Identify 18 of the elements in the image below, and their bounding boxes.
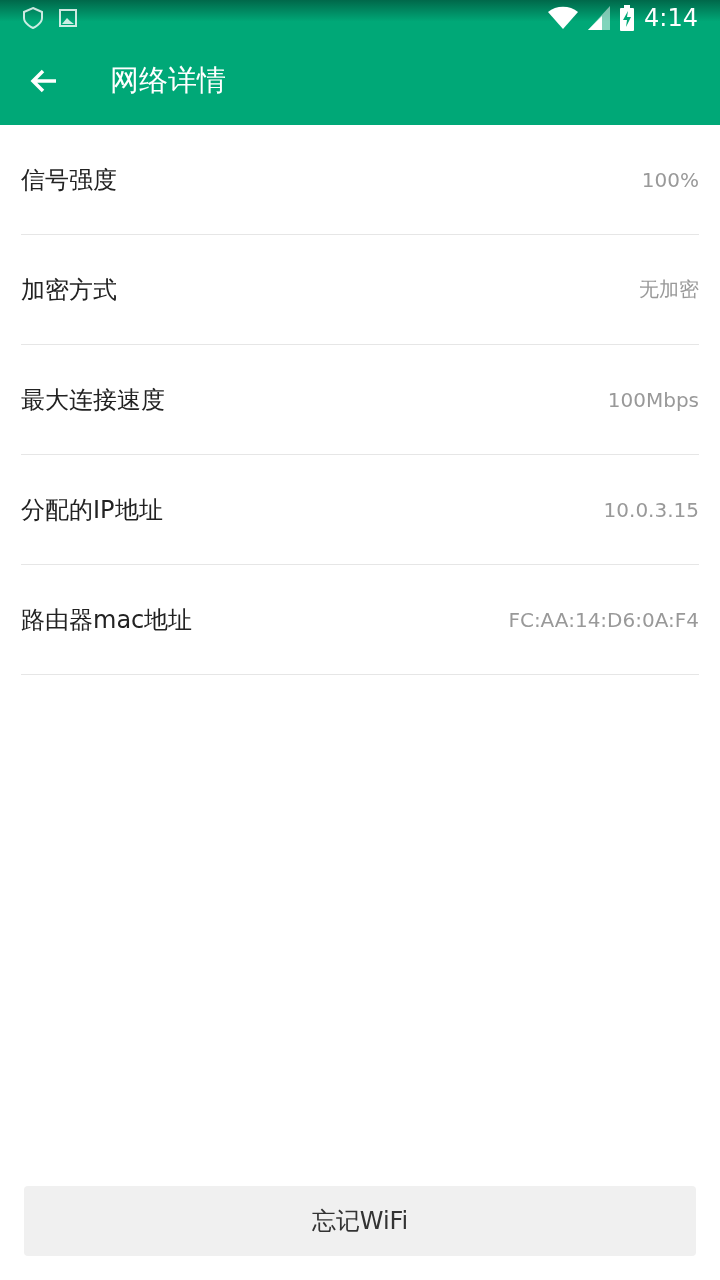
signal-icon [588, 6, 611, 30]
wifi-icon [548, 6, 579, 30]
battery-charging-icon [620, 5, 635, 31]
detail-value: 无加密 [639, 276, 699, 303]
detail-label: 加密方式 [21, 274, 117, 306]
detail-value: 100% [641, 167, 699, 192]
detail-value: 10.0.3.15 [603, 497, 699, 522]
screen-title: 网络详情 [110, 61, 226, 99]
detail-value: 100Mbps [607, 387, 699, 412]
detail-label: 信号强度 [21, 164, 117, 196]
image-icon [58, 8, 78, 28]
detail-label: 分配的IP地址 [21, 494, 163, 526]
detail-label: 最大连接速度 [21, 384, 165, 416]
shield-icon [22, 6, 44, 30]
status-time: 4:14 [644, 4, 698, 32]
forget-wifi-button[interactable]: 忘记WiFi [24, 1186, 696, 1256]
detail-value: FC:AA:14:D6:0A:F4 [508, 607, 699, 632]
detail-label: 路由器mac地址 [21, 604, 193, 636]
